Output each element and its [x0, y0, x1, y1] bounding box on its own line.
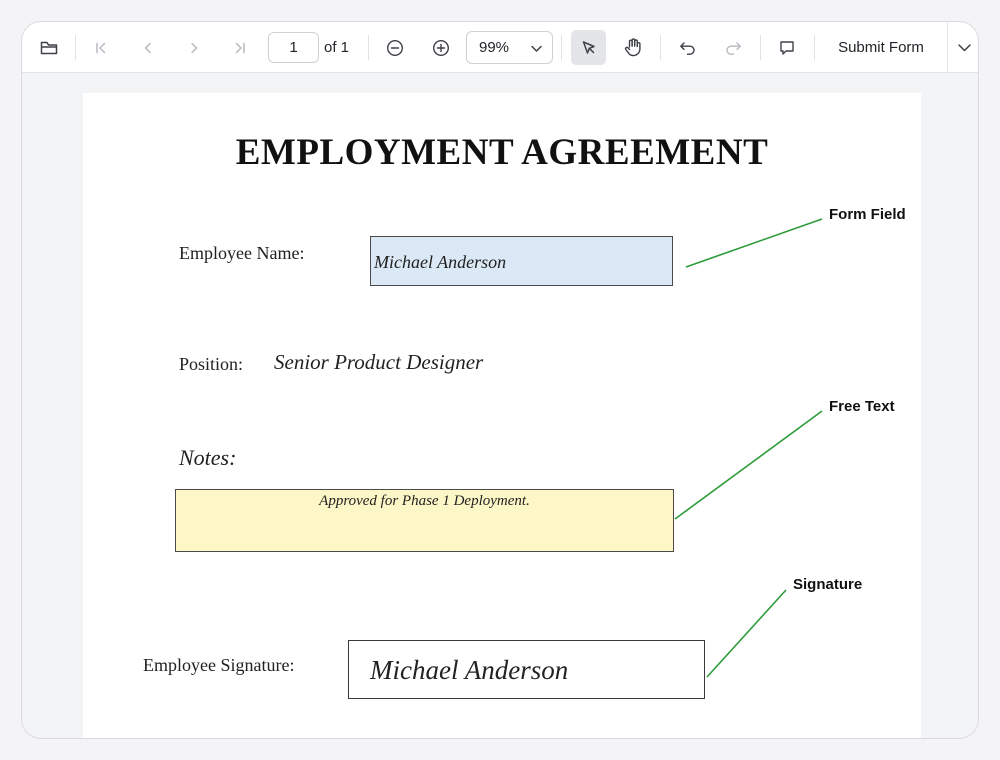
last-page-icon[interactable] [223, 22, 257, 73]
pdf-viewer-frame: 1 of 1 99% Submit Form EMPLOYMENT AGREEM… [21, 21, 979, 739]
free-text-callout-line [674, 410, 823, 520]
signature-callout-line [706, 589, 787, 678]
comment-icon[interactable] [769, 22, 805, 73]
toolbar-divider [561, 35, 562, 60]
form-field-callout-line [685, 218, 823, 268]
undo-icon[interactable] [669, 22, 705, 73]
pointer-select-icon[interactable] [571, 30, 606, 65]
document-viewport[interactable]: EMPLOYMENT AGREEMENT Employee Name: Mich… [22, 74, 978, 738]
zoom-level-value: 99% [479, 39, 510, 56]
page-number-input[interactable]: 1 [268, 32, 319, 63]
hand-pan-icon[interactable] [615, 22, 651, 73]
submit-options-chevron-down-icon[interactable] [948, 22, 978, 73]
form-field-callout: Form Field [829, 206, 906, 223]
zoom-level-select[interactable]: 99% [466, 31, 553, 64]
callout-lines [674, 218, 823, 678]
signature-callout: Signature [793, 576, 863, 593]
toolbar-divider [660, 35, 661, 60]
free-text-callout: Free Text [829, 398, 895, 415]
chevron-right-icon[interactable] [177, 22, 211, 73]
pdf-page: EMPLOYMENT AGREEMENT Employee Name: Mich… [83, 93, 921, 738]
zoom-in-icon[interactable] [423, 22, 459, 73]
zoom-out-icon[interactable] [377, 22, 413, 73]
first-page-icon[interactable] [84, 22, 118, 73]
folder-open-icon[interactable] [30, 22, 67, 73]
redo-icon[interactable] [715, 22, 751, 73]
toolbar-divider [760, 35, 761, 60]
submit-form-button[interactable]: Submit Form [814, 22, 948, 73]
chevron-left-icon[interactable] [131, 22, 165, 73]
scrollbar-track[interactable] [921, 74, 978, 738]
page-count-label: of 1 [324, 39, 350, 56]
chevron-down-icon [530, 42, 543, 59]
toolbar: 1 of 1 99% Submit Form [22, 22, 978, 73]
toolbar-divider [75, 35, 76, 60]
toolbar-divider [368, 35, 369, 60]
